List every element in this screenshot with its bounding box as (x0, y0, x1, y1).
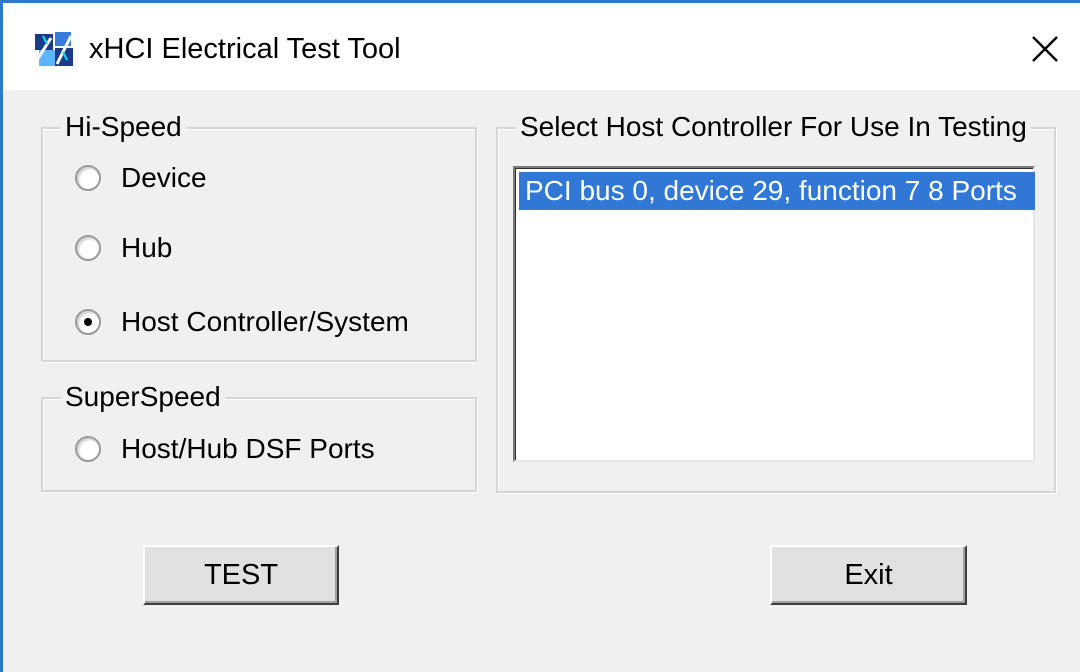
radio-device[interactable]: Device (75, 162, 207, 194)
superspeed-group-label: SuperSpeed (61, 377, 225, 417)
radio-button-icon[interactable] (75, 235, 101, 261)
radio-device-label: Device (121, 162, 207, 193)
radio-hub-label: Hub (121, 232, 173, 263)
radio-hub[interactable]: Hub (75, 232, 172, 264)
title-bar: xHCI Electrical Test Tool (3, 3, 1080, 90)
radio-button-checked-icon[interactable] (75, 309, 101, 335)
radio-button-icon[interactable] (75, 436, 101, 462)
radio-button-icon[interactable] (75, 165, 101, 191)
list-item[interactable]: PCI bus 0, device 29, function 7 8 Ports (519, 172, 1035, 210)
radio-host-hub-dsf-ports[interactable]: Host/Hub DSF Ports (75, 433, 375, 465)
radio-host-hub-dsf-ports-label: Host/Hub DSF Ports (121, 433, 375, 464)
close-icon[interactable] (1019, 27, 1069, 73)
host-controller-group-label: Select Host Controller For Use In Testin… (516, 107, 1031, 147)
exit-button[interactable]: Exit (770, 545, 967, 605)
dialog-client-area: Hi-Speed Device Hub Host Controller/Syst… (3, 90, 1080, 672)
window-title: xHCI Electrical Test Tool (89, 33, 401, 65)
host-controller-listbox[interactable]: PCI bus 0, device 29, function 7 8 Ports (513, 166, 1035, 462)
app-icon (35, 32, 73, 66)
radio-host-controller-system-label: Host Controller/System (121, 306, 409, 337)
hi-speed-group-label: Hi-Speed (61, 107, 186, 147)
app-window: xHCI Electrical Test Tool Hi-Speed Devic… (0, 0, 1080, 672)
test-button[interactable]: TEST (143, 545, 339, 605)
radio-host-controller-system[interactable]: Host Controller/System (75, 306, 409, 338)
